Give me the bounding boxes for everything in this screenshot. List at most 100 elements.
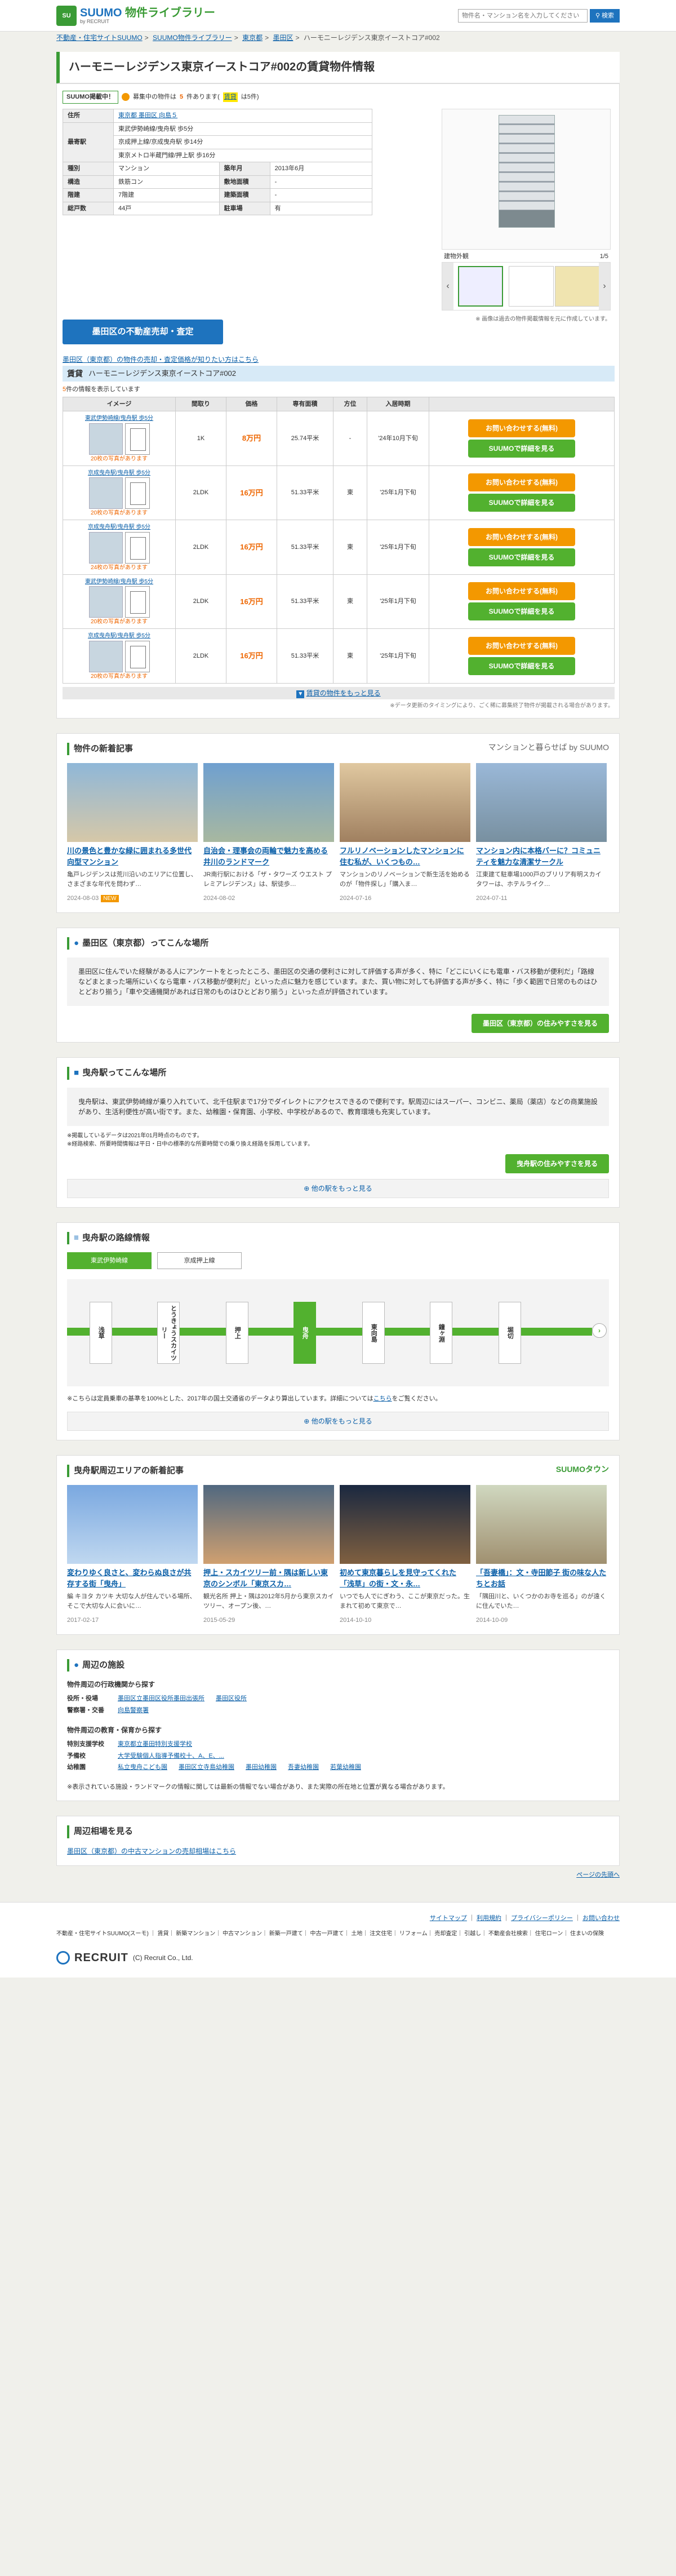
room-photo[interactable]	[88, 423, 123, 455]
thumbnail[interactable]	[555, 266, 600, 307]
station-link[interactable]: 京成曳舟駅/曳舟駅 歩5分	[88, 470, 150, 476]
footer-nav: 不動産・住宅サイトSUUMO(スーモ) ｜ 賃貸｜ 新築マンション｜ 中古マンシ…	[56, 1930, 604, 1937]
main-photo[interactable]	[442, 109, 611, 250]
search-button[interactable]: ⚲ 検索	[589, 9, 620, 23]
building-image	[499, 115, 555, 228]
address-link[interactable]: 東京都 墨田区 向島５	[118, 112, 177, 119]
footer-link[interactable]: プライバシーポリシー	[511, 1915, 573, 1922]
area-brand[interactable]: SUUMOタウン	[556, 1464, 609, 1475]
floorplan-image[interactable]	[124, 531, 150, 564]
facility-link[interactable]: 若葉幼稚園	[330, 1763, 361, 1772]
more-station-button[interactable]: ⊕ 他の駅をもっと見る	[67, 1178, 609, 1198]
station-node[interactable]: 東向島	[362, 1302, 385, 1364]
detail-button[interactable]: SUUMOで詳細を見る	[468, 602, 575, 621]
photo-thumbnails: ‹ ›	[442, 262, 611, 311]
article-card[interactable]: 「吾妻橋」：文・寺田節子 街の味な人たちとお話 「隅田川と、いくつかのお寺を巡る」…	[476, 1485, 607, 1625]
station-node[interactable]: 浅草	[90, 1302, 112, 1364]
room-photo[interactable]	[88, 586, 123, 618]
detail-button[interactable]: SUUMOで詳細を見る	[468, 548, 575, 566]
facility-link[interactable]: 向島警察署	[118, 1706, 149, 1715]
route-icon: ≡	[74, 1232, 79, 1243]
floorplan-image[interactable]	[124, 586, 150, 618]
recruit-logo-icon	[56, 1950, 70, 1965]
site-logo[interactable]: SU SUUMO 物件ライブラリー by RECRUIT	[56, 6, 215, 26]
line-note-link[interactable]: こちら	[373, 1395, 392, 1402]
inquiry-button[interactable]: お問い合わせする(無料)	[468, 527, 575, 546]
info-icon	[121, 93, 130, 101]
search-input[interactable]	[457, 9, 588, 23]
station-link[interactable]: 東武伊勢崎線/曳舟駅 歩5分	[85, 415, 153, 422]
article-card[interactable]: 初めて東京暮らしを見守ってくれた「浅草」の街・文・永… いつでも人でにぎわう、ここ…	[340, 1485, 470, 1625]
line-note: ※こちらは定員乗車の基準を100%とした、2017年の国土交通省のデータより算出…	[67, 1395, 442, 1402]
sale-assessment-button[interactable]: 墨田区の不動産売却・査定	[63, 320, 223, 344]
station-node[interactable]: 鐘ヶ淵	[430, 1302, 452, 1364]
article-card[interactable]: 自治会・理事会の両輪で魅力を高める井川のランドマーク JR南行駅における「ザ・タワ…	[203, 763, 334, 903]
station-livability-button[interactable]: 曳舟駅の住みやすさを見る	[505, 1154, 609, 1173]
footer-link[interactable]: お問い合わせ	[582, 1915, 620, 1922]
station-link[interactable]: 京成曳舟駅/曳舟駅 歩5分	[88, 633, 150, 639]
breadcrumb-link[interactable]: 東京都	[242, 34, 263, 42]
ward-livability-button[interactable]: 墨田区（東京都）の住みやすさを見る	[471, 1014, 609, 1033]
price-link[interactable]: 墨田区（東京都）の中古マンションの売却相場はこちら	[67, 1847, 236, 1855]
breadcrumb-link[interactable]: 不動産・住宅サイトSUUMO	[56, 34, 143, 42]
facility-link[interactable]: 墨田区役所	[216, 1694, 247, 1704]
room-photo[interactable]	[88, 531, 123, 564]
tab-tobu-isesaki[interactable]: 東武伊勢崎線	[67, 1252, 152, 1269]
article-card[interactable]: 変わりゆく良さと、変わらぬ良さが共存する街「曳舟」編 キヨタ カツキ 大切な人が…	[67, 1485, 198, 1625]
more-station-button[interactable]: ⊕ 他の駅をもっと見る	[67, 1411, 609, 1431]
facility-link[interactable]: 吾妻幼稚園	[288, 1763, 319, 1772]
breadcrumb-link[interactable]: SUUMO物件ライブラリー	[153, 34, 232, 42]
inquiry-button[interactable]: お問い合わせする(無料)	[468, 636, 575, 655]
inquiry-button[interactable]: お問い合わせする(無料)	[468, 473, 575, 492]
facility-link[interactable]: 私立曳舟こども園	[118, 1763, 167, 1772]
news-brand[interactable]: マンションと暮らせば by SUUMO	[488, 742, 609, 753]
detail-button[interactable]: SUUMOで詳細を見る	[468, 494, 575, 512]
station-node-current[interactable]: 曳舟	[293, 1302, 316, 1364]
copyright: (C) Recruit Co., Ltd.	[132, 1953, 193, 1962]
thumbnail[interactable]	[458, 266, 503, 307]
floorplan-image[interactable]	[124, 477, 150, 509]
nearest-station: 京成押上線/京成曳舟駅 歩14分	[113, 135, 372, 149]
facility-link[interactable]: 墨田区立墨田区役所墨田出張所	[118, 1694, 204, 1704]
floorplan-image[interactable]	[124, 423, 150, 455]
breadcrumb-link[interactable]: 墨田区	[273, 34, 293, 42]
more-rent-button[interactable]: ▼ 賃貸の物件をもっと見る	[63, 686, 615, 699]
article-card[interactable]: フルリノベーションしたマンションに住む私が、いくつもの… マンションのリノベーショ…	[340, 763, 470, 903]
thumbnail[interactable]	[509, 266, 554, 307]
detail-button[interactable]: SUUMOで詳細を見る	[468, 439, 575, 458]
rent-count-link[interactable]: 賃貸	[224, 94, 237, 100]
facility-section: ● 周辺の施設 物件周辺の行政機関から探す 役所・役場 墨田区立墨田区役所墨田出張所…	[56, 1649, 620, 1801]
footer-link[interactable]: 利用規約	[477, 1915, 501, 1922]
facility-link[interactable]: 東京都立墨田特別支援学校	[118, 1740, 192, 1749]
station-node[interactable]: 堀切	[499, 1302, 521, 1364]
publication-status: SUUMO掲載中！ 募集中の物件は 5 件あります( 賃貸 は5件)	[63, 91, 259, 104]
station-link[interactable]: 京成曳舟駅/曳舟駅 歩5分	[88, 524, 150, 530]
table-row: 京成曳舟駅/曳舟駅 歩5分 20枚の写真があります 2LDK 16万円 51.33平米…	[63, 628, 615, 684]
rent-header: 賃貸 ハーモニーレジデンス東京イーストコア#002	[63, 366, 615, 382]
chevron-right-icon[interactable]: ›	[592, 1323, 607, 1338]
detail-button[interactable]: SUUMOで詳細を見る	[468, 657, 575, 675]
article-card[interactable]: 押上・スカイツリー前・隅は新しい東京のシンボル「東京スカ… 観光名所 押上・隅は2…	[203, 1485, 334, 1625]
room-photo[interactable]	[88, 477, 123, 509]
page-top-link[interactable]: ページの先頭へ	[576, 1872, 620, 1878]
room-photo[interactable]	[88, 640, 123, 672]
facility-link[interactable]: 墨田区立寺島幼稚園	[179, 1763, 234, 1772]
inquiry-button[interactable]: お問い合わせする(無料)	[468, 582, 575, 601]
station-node[interactable]: 押上	[226, 1302, 248, 1364]
tab-keisei-oshiage[interactable]: 京成押上線	[157, 1252, 242, 1269]
inquiry-button[interactable]: お問い合わせする(無料)	[468, 419, 575, 437]
facility-link[interactable]: 大学受験個人指導予備校十、A、E、...	[118, 1752, 224, 1761]
station-link[interactable]: 東武伊勢崎線/曳舟駅 歩5分	[85, 579, 153, 585]
result-count: 5件の情報を表示しています	[63, 386, 140, 393]
table-row: 京成曳舟駅/曳舟駅 歩5分 24枚の写真があります 2LDK 16万円 51.33平米…	[63, 520, 615, 575]
station-node[interactable]: とうきょうスカイツリー	[157, 1302, 180, 1364]
floorplan-image[interactable]	[124, 640, 150, 672]
article-card[interactable]: 川の景色と豊かな緑に囲まれる多世代向型マンション 亀戸レジデンスは荒川沿いのエリア…	[67, 763, 198, 903]
sale-price-link[interactable]: 墨田区（東京都）の物件の売却・査定価格が知りたい方はこちら	[63, 354, 259, 365]
chevron-right-icon[interactable]: ›	[599, 263, 610, 310]
chevron-left-icon[interactable]: ‹	[442, 263, 453, 310]
chevron-down-icon: ▼	[296, 690, 305, 698]
article-card[interactable]: マンション内に本格バーに？コミュニティを魅力な清潔サークル 江東建て駐車場1000…	[476, 763, 607, 903]
footer-link[interactable]: サイトマップ	[430, 1915, 467, 1922]
facility-link[interactable]: 墨田幼稚園	[246, 1763, 277, 1772]
